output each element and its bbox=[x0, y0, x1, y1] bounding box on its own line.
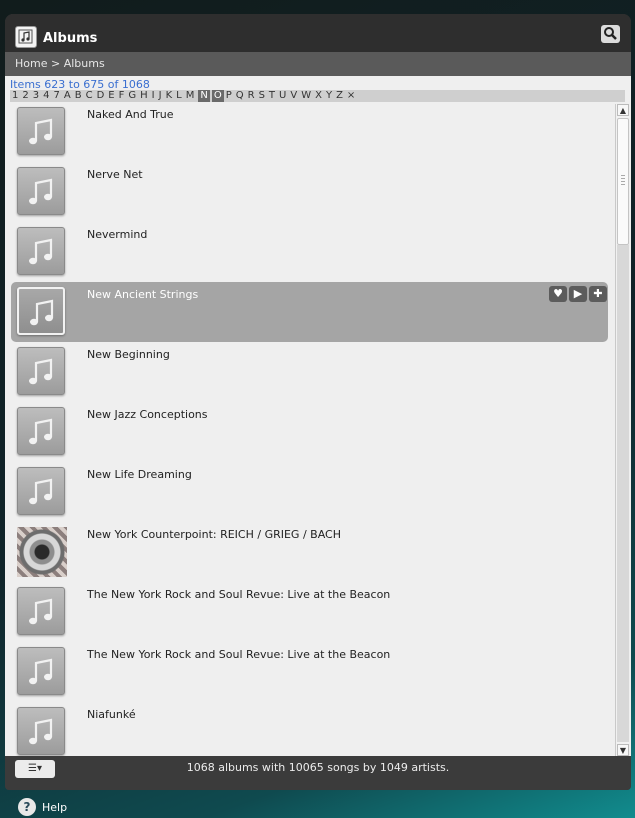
album-row[interactable]: New York Counterpoint: REICH / GRIEG / B… bbox=[5, 522, 615, 582]
album-row[interactable]: Nerve Net bbox=[5, 162, 615, 222]
scroll-up-button[interactable]: ▲ bbox=[617, 104, 629, 116]
album-title[interactable]: The New York Rock and Soul Revue: Live a… bbox=[87, 588, 390, 601]
album-title[interactable]: Niafunké bbox=[87, 708, 136, 721]
album-row[interactable]: The New York Rock and Soul Revue: Live a… bbox=[5, 582, 615, 642]
album-title[interactable]: New Beginning bbox=[87, 348, 170, 361]
favorite-button[interactable]: ♥ bbox=[549, 286, 567, 302]
help-label: Help bbox=[42, 800, 68, 814]
album-cover[interactable] bbox=[17, 527, 67, 577]
play-button[interactable]: ▶ bbox=[569, 286, 587, 302]
help-link[interactable]: ? Help bbox=[18, 798, 67, 816]
album-title[interactable]: Naked And True bbox=[87, 108, 174, 121]
album-row[interactable]: Nevermind bbox=[5, 222, 615, 282]
alphabet-index-item[interactable]: S bbox=[259, 90, 265, 102]
album-row[interactable]: New Jazz Conceptions bbox=[5, 402, 615, 462]
alphabet-index-item[interactable]: J bbox=[159, 90, 162, 102]
album-list-panel: Items 623 to 675 of 1068 12347ABCDEFGHIJ… bbox=[5, 76, 631, 756]
albums-window: Albums Home > Albums Items 623 to 675 of… bbox=[5, 14, 631, 790]
album-row[interactable]: Niafunké bbox=[5, 702, 615, 756]
search-button[interactable] bbox=[601, 25, 620, 43]
album-cover-placeholder[interactable] bbox=[17, 707, 65, 755]
album-title[interactable]: The New York Rock and Soul Revue: Live a… bbox=[87, 648, 390, 661]
albums-app-icon bbox=[15, 26, 37, 48]
breadcrumb-bar: Home > Albums bbox=[5, 52, 631, 76]
album-list-viewport: Naked And True Nerve Net Nevermind New Anci… bbox=[5, 104, 615, 756]
album-title[interactable]: New Ancient Strings bbox=[87, 288, 198, 301]
album-row[interactable]: The New York Rock and Soul Revue: Live a… bbox=[5, 642, 615, 702]
add-button[interactable]: ✚ bbox=[589, 286, 607, 302]
alphabet-index-item[interactable]: B bbox=[75, 90, 82, 102]
alphabet-index-item[interactable]: M bbox=[186, 90, 195, 102]
vertical-scrollbar[interactable]: ▲ ▼ bbox=[615, 104, 629, 756]
alphabet-index-item[interactable]: P bbox=[226, 90, 232, 102]
scrollbar-grip bbox=[621, 175, 625, 187]
album-cover-placeholder[interactable] bbox=[17, 587, 65, 635]
alphabet-index-item[interactable]: R bbox=[248, 90, 255, 102]
alphabet-index-item[interactable]: W bbox=[301, 90, 311, 102]
alphabet-index-item[interactable]: 4 bbox=[43, 90, 49, 102]
alphabet-index-item[interactable]: O bbox=[211, 90, 224, 102]
alphabet-index-item[interactable]: X bbox=[315, 90, 322, 102]
alphabet-index-bar: 1 2 3 4 7 A B C D E F G H I J K L M N O P Q R S T U V W X Y Z × bbox=[10, 90, 625, 102]
alphabet-index-item[interactable]: I bbox=[152, 90, 155, 102]
breadcrumb[interactable]: Home > Albums bbox=[15, 57, 105, 70]
album-title[interactable]: New Life Dreaming bbox=[87, 468, 192, 481]
album-list: Naked And True Nerve Net Nevermind New Anci… bbox=[5, 104, 615, 756]
alphabet-index-item[interactable]: 2 bbox=[22, 90, 28, 102]
play-icon: ▶ bbox=[573, 287, 583, 300]
alphabet-index-item[interactable]: 3 bbox=[33, 90, 39, 102]
album-row[interactable]: Naked And True bbox=[5, 104, 615, 162]
alphabet-index-item[interactable]: K bbox=[166, 90, 173, 102]
alphabet-index-item[interactable]: N bbox=[198, 90, 210, 102]
alphabet-index-item[interactable]: H bbox=[140, 90, 148, 102]
alphabet-index-item[interactable]: L bbox=[176, 90, 182, 102]
album-cover-placeholder[interactable] bbox=[17, 227, 65, 275]
alphabet-index-item[interactable]: 7 bbox=[54, 90, 60, 102]
album-cover-placeholder[interactable] bbox=[17, 407, 65, 455]
title-bar: Albums bbox=[5, 14, 631, 52]
album-cover-placeholder[interactable] bbox=[17, 647, 65, 695]
page-title: Albums bbox=[43, 31, 98, 46]
footer-bar: ☰▾ 1068 albums with 10065 songs by 1049 … bbox=[5, 756, 631, 790]
album-cover-placeholder[interactable] bbox=[17, 347, 65, 395]
heart-icon: ♥ bbox=[553, 287, 563, 300]
album-title[interactable]: New Jazz Conceptions bbox=[87, 408, 208, 421]
scrollbar-track[interactable] bbox=[617, 245, 629, 742]
alphabet-index-item[interactable]: V bbox=[290, 90, 297, 102]
album-cover-placeholder[interactable] bbox=[17, 287, 65, 335]
library-status: 1068 albums with 10065 songs by 1049 art… bbox=[186, 761, 450, 774]
plus-icon: ✚ bbox=[593, 287, 603, 300]
album-title[interactable]: Nerve Net bbox=[87, 168, 143, 181]
scrollbar-thumb[interactable] bbox=[617, 118, 629, 245]
album-cover-placeholder[interactable] bbox=[17, 107, 65, 155]
alphabet-index-item[interactable]: U bbox=[279, 90, 286, 102]
album-cover-placeholder[interactable] bbox=[17, 167, 65, 215]
alphabet-index-item[interactable]: G bbox=[128, 90, 136, 102]
album-row[interactable]: New Beginning bbox=[5, 342, 615, 402]
scroll-down-button[interactable]: ▼ bbox=[617, 744, 629, 756]
alphabet-index-item[interactable]: T bbox=[269, 90, 275, 102]
alphabet-index-item[interactable]: Q bbox=[236, 90, 244, 102]
alphabet-index-item[interactable]: E bbox=[108, 90, 114, 102]
alphabet-index-item[interactable]: D bbox=[97, 90, 105, 102]
alphabet-index-item[interactable]: C bbox=[86, 90, 93, 102]
album-title[interactable]: Nevermind bbox=[87, 228, 147, 241]
alphabet-index-item[interactable]: × bbox=[347, 90, 355, 102]
search-icon bbox=[604, 27, 617, 40]
alphabet-index-item[interactable]: A bbox=[64, 90, 71, 102]
alphabet-index-item[interactable]: 1 bbox=[12, 90, 18, 102]
album-row[interactable]: New Life Dreaming bbox=[5, 462, 615, 522]
album-row[interactable]: New Ancient Strings ♥ ▶ ✚ bbox=[5, 282, 615, 342]
alphabet-index-item[interactable]: Z bbox=[336, 90, 343, 102]
album-title[interactable]: New York Counterpoint: REICH / GRIEG / B… bbox=[87, 528, 341, 541]
alphabet-index-item[interactable]: F bbox=[119, 90, 125, 102]
album-cover-placeholder[interactable] bbox=[17, 467, 65, 515]
row-actions: ♥ ▶ ✚ bbox=[549, 286, 607, 302]
alphabet-index-item[interactable]: Y bbox=[326, 90, 332, 102]
help-icon: ? bbox=[18, 798, 36, 816]
